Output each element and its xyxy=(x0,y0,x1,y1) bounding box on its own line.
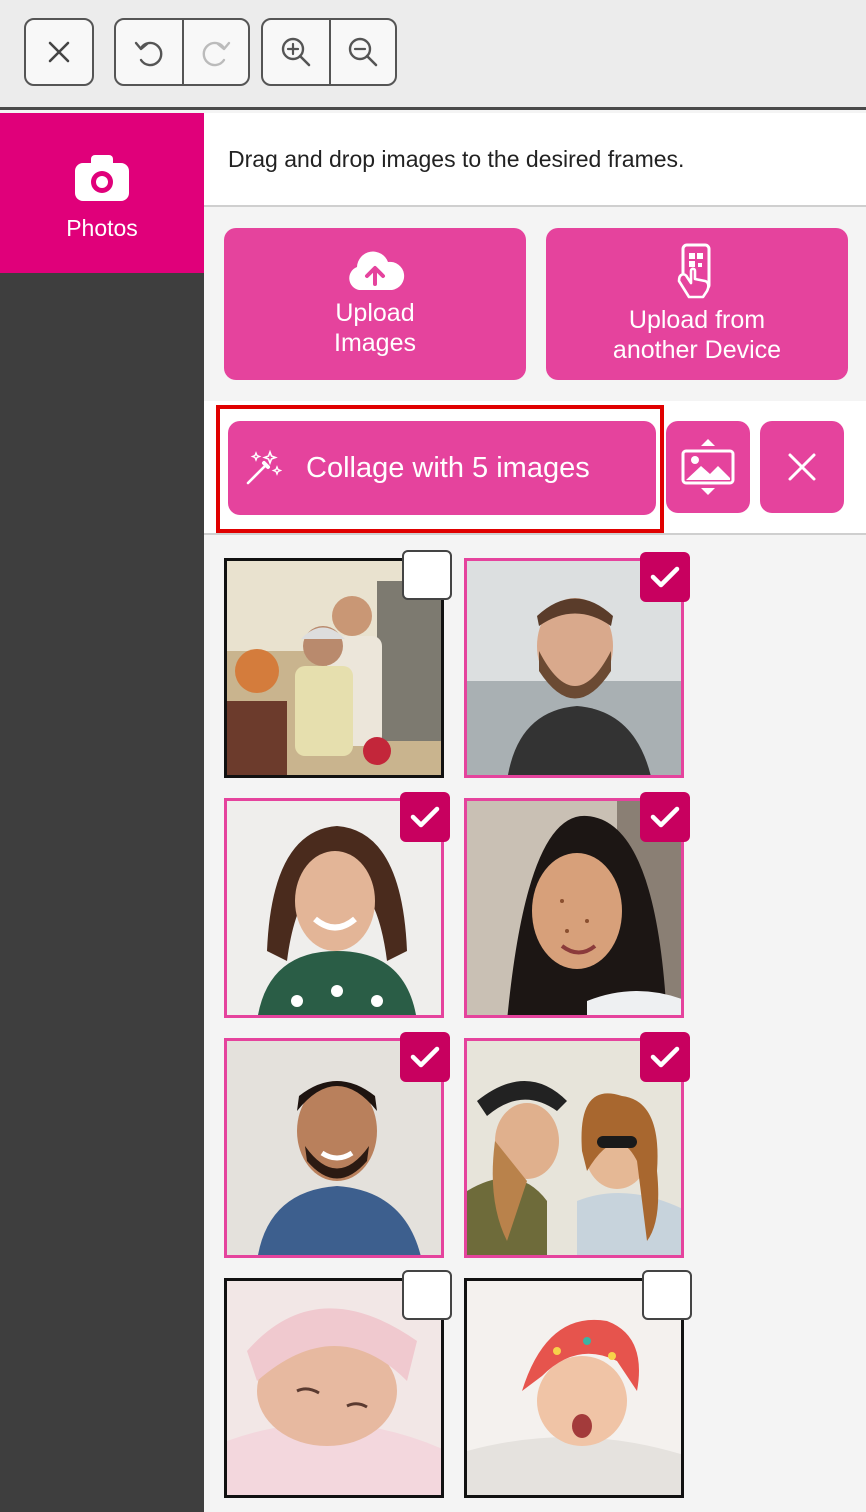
collage-toolbar: Collage with 5 images xyxy=(204,401,866,535)
fit-image-icon xyxy=(681,439,735,495)
toolbar xyxy=(0,0,866,110)
zoom-in-icon xyxy=(281,37,311,67)
upload-images-line1: Upload xyxy=(335,299,415,327)
upload-images-line2: Images xyxy=(334,329,416,357)
fit-images-button[interactable] xyxy=(666,421,750,513)
clear-collage-button[interactable] xyxy=(760,421,844,513)
sidebar-item-label: Photos xyxy=(66,215,138,241)
instruction-text: Drag and drop images to the desired fram… xyxy=(204,113,866,207)
photo-checkbox-1[interactable] xyxy=(402,550,452,600)
history-group xyxy=(114,18,250,86)
photo-checkbox-7[interactable] xyxy=(402,1270,452,1320)
redo-icon xyxy=(202,41,231,67)
sidebar-item-photos[interactable]: Photos xyxy=(0,113,204,273)
zoom-out-button[interactable] xyxy=(329,20,395,84)
redo-button[interactable] xyxy=(182,20,248,84)
close-button[interactable] xyxy=(24,18,94,86)
photo-checkbox-8[interactable] xyxy=(642,1270,692,1320)
zoom-out-icon xyxy=(348,37,378,67)
photo-checkbox-4[interactable] xyxy=(640,792,690,842)
upload-device-button[interactable]: Upload from another Device xyxy=(546,228,848,380)
photo-checkbox-2[interactable] xyxy=(640,552,690,602)
upload-device-line1: Upload from xyxy=(628,306,766,334)
photo-checkbox-5[interactable] xyxy=(400,1032,450,1082)
photo-checkbox-6[interactable] xyxy=(640,1032,690,1082)
zoom-in-button[interactable] xyxy=(263,20,329,84)
check-icon xyxy=(650,1046,680,1068)
phone-qr-icon xyxy=(677,243,711,299)
cloud-upload-icon xyxy=(349,251,405,290)
close-icon xyxy=(48,41,70,63)
photo-checkbox-3[interactable] xyxy=(400,792,450,842)
check-icon xyxy=(650,566,680,588)
camera-icon xyxy=(75,155,129,201)
upload-images-button[interactable]: Upload Images xyxy=(224,228,526,380)
collage-button[interactable]: Collage with 5 images xyxy=(228,421,656,515)
check-icon xyxy=(410,1046,440,1068)
close-icon xyxy=(788,453,816,481)
check-icon xyxy=(650,806,680,828)
undo-icon xyxy=(134,41,163,67)
collage-button-label: Collage with 5 images xyxy=(306,451,590,484)
check-icon xyxy=(410,806,440,828)
undo-button[interactable] xyxy=(116,20,182,84)
sidebar: Photos xyxy=(0,113,204,1512)
upload-device-line2: another Device xyxy=(612,336,782,364)
zoom-group xyxy=(261,18,397,86)
magic-wand-icon xyxy=(246,449,282,485)
